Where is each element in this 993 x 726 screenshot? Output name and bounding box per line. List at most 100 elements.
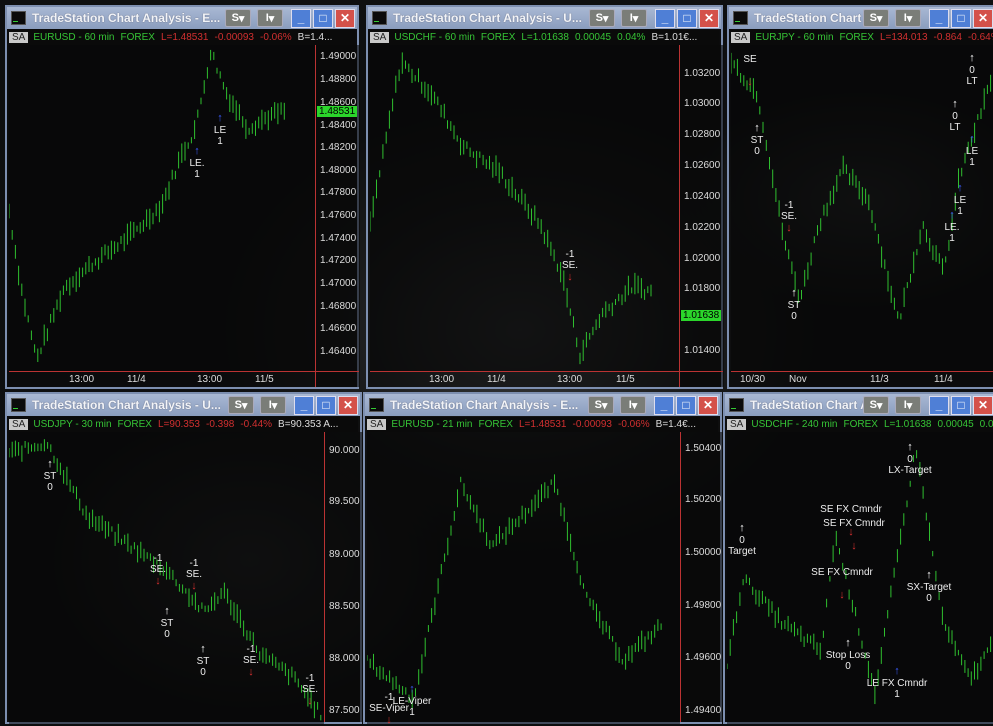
minimize-button[interactable]: _ <box>291 8 311 28</box>
price-plot[interactable] <box>727 432 993 724</box>
price-label: 1.48000 <box>320 165 357 176</box>
minimize-button[interactable]: _ <box>929 395 949 415</box>
price-bars <box>367 474 662 709</box>
price-label: 1.49400 <box>685 705 722 716</box>
price-label: 89.500 <box>329 496 360 507</box>
strategy-annotation: Stop Loss 0 <box>825 650 871 672</box>
price-axis[interactable]: 90.000 89.500 89.000 88.500 88.000 87.500 <box>324 432 363 722</box>
minimize-button[interactable]: _ <box>654 395 674 415</box>
symbol-info-bar: SA USDCHF - 60 min FOREX L=1.01638 0.00045 0.… <box>370 30 719 45</box>
strategy-menu-button[interactable]: S ▾ <box>589 9 615 27</box>
chart-window: TradeStation Chart Analysis - U... S ▾ I ▾… <box>5 392 363 724</box>
current-price-label: 1.48531 <box>317 106 358 117</box>
indicator-menu-button[interactable]: I ▾ <box>895 9 921 27</box>
strategy-annotation: -1 SE. <box>780 200 798 222</box>
price-label: 1.02400 <box>684 191 721 202</box>
sa-button[interactable]: SA <box>367 419 387 430</box>
maximize-button[interactable]: □ <box>316 395 336 415</box>
pct-value: -0.64% <box>967 32 993 43</box>
symbol-label: USDJPY - 30 min <box>33 419 112 430</box>
price-axis[interactable]: 1.03200 1.03000 1.02800 1.02600 1.02400 1.022… <box>679 45 724 387</box>
signal-arrow-icon: ↑ <box>739 522 745 534</box>
chart-app-icon <box>729 398 744 412</box>
window-title: TradeStation Chart Analysis - U... <box>393 11 582 25</box>
close-button[interactable]: ✕ <box>335 8 355 28</box>
time-label: 11/4 <box>934 374 953 385</box>
strategy-annotation: ST 0 <box>750 135 764 157</box>
exchange-label: FOREX <box>120 32 155 43</box>
strategy-label: S <box>234 399 242 411</box>
maximize-button[interactable]: □ <box>313 8 333 28</box>
strategy-annotation: LE 1 <box>965 146 979 168</box>
strategy-menu-button[interactable]: S ▾ <box>228 396 254 414</box>
change-value: -0.398 <box>205 419 235 430</box>
time-label: 13:00 <box>429 374 455 385</box>
strategy-annotation: SX-Target 0 <box>906 582 952 604</box>
sa-button[interactable]: SA <box>731 32 751 43</box>
indicator-menu-button[interactable]: I ▾ <box>260 396 286 414</box>
price-bars <box>9 49 285 363</box>
price-label: 1.02800 <box>684 129 721 140</box>
title-bar[interactable]: TradeStation Chart Analysis - U... S ▾ I ▾… <box>368 7 721 29</box>
signal-arrow-icon: ↑ <box>969 52 975 64</box>
change-value: -0.00093 <box>214 32 254 43</box>
close-button[interactable]: ✕ <box>699 8 719 28</box>
price-label: 1.50400 <box>685 443 722 454</box>
title-bar[interactable]: TradeStation Chart Analysis - E...S ▾I ▾… <box>729 7 993 29</box>
strategy-label: S <box>869 12 877 24</box>
indicator-label: I <box>628 399 632 411</box>
close-button[interactable]: ✕ <box>698 395 718 415</box>
price-label: 1.46600 <box>320 323 357 334</box>
title-bar[interactable]: TradeStation Chart Analysis - U... S ▾ I ▾… <box>7 394 360 416</box>
minimize-button[interactable]: _ <box>294 395 314 415</box>
price-axis[interactable]: 1.49000 1.48800 1.48600 1.48400 1.48200 1.480… <box>315 45 360 387</box>
indicator-menu-button[interactable]: I ▾ <box>895 396 921 414</box>
indicator-menu-button[interactable]: I ▾ <box>257 9 283 27</box>
sa-button[interactable]: SA <box>370 32 390 43</box>
price-label: 1.47000 <box>320 278 357 289</box>
chart-app-icon <box>11 11 26 25</box>
price-label: 1.02200 <box>684 222 721 233</box>
bid-value: B=1.4... <box>297 32 333 43</box>
title-bar[interactable]: TradeStation Chart Analysis ...S ▾ I ▾ _□✕ <box>725 394 993 416</box>
strategy-annotation: ST 0 <box>160 618 174 640</box>
strategy-menu-button[interactable]: S ▾ <box>863 9 889 27</box>
minimize-button[interactable]: _ <box>655 8 675 28</box>
maximize-button[interactable]: □ <box>951 395 971 415</box>
symbol-info-bar: SA USDCHF - 240 min FOREX L=1.01638 0.00045 0… <box>727 417 993 432</box>
sa-button[interactable]: SA <box>9 419 29 430</box>
strategy-menu-button[interactable]: S ▾ <box>225 9 251 27</box>
strategy-annotation: SE FX Cmndr <box>811 567 873 578</box>
title-bar[interactable]: TradeStation Chart Analysis - E...S ▾I ▾… <box>365 394 720 416</box>
price-axis[interactable]: 1.50400 1.50200 1.50000 1.49800 1.49600 1.494… <box>680 432 723 722</box>
sa-button[interactable]: SA <box>9 32 29 43</box>
strategy-menu-button[interactable]: S ▾ <box>863 396 889 414</box>
price-label: 1.49600 <box>685 652 722 663</box>
price-plot[interactable] <box>367 432 680 724</box>
close-button[interactable]: ✕ <box>338 395 358 415</box>
strategy-annotation: -1 SE. <box>301 673 319 695</box>
price-label: 1.46400 <box>320 346 357 357</box>
price-plot[interactable] <box>370 45 679 371</box>
strategy-menu-button[interactable]: S ▾ <box>588 396 614 414</box>
strategy-annotation: 0 LX-Target <box>888 454 932 476</box>
signal-arrow-icon: ↑ <box>194 145 200 157</box>
indicator-menu-button[interactable]: I ▾ <box>621 9 647 27</box>
close-button[interactable]: ✕ <box>973 8 993 28</box>
maximize-button[interactable]: □ <box>677 8 697 28</box>
strategy-annotation: 0 Target <box>728 535 756 557</box>
strategy-annotation: -1 SE. <box>242 644 260 666</box>
title-bar[interactable]: TradeStation Chart Analysis - E...S ▾I ▾… <box>7 7 357 29</box>
maximize-button[interactable]: □ <box>676 395 696 415</box>
signal-arrow-icon: ↑ <box>217 112 223 124</box>
signal-arrow-icon: ↓ <box>851 540 857 552</box>
symbol-label: EURUSD - 60 min <box>33 32 115 43</box>
maximize-button[interactable]: □ <box>951 8 971 28</box>
minimize-button[interactable]: _ <box>929 8 949 28</box>
indicator-menu-button[interactable]: I ▾ <box>620 396 646 414</box>
time-axis: 10/30 Nov 11/3 11/4 <box>731 371 993 388</box>
price-plot[interactable] <box>9 45 315 371</box>
current-price-label: 1.01638 <box>681 310 722 321</box>
sa-button[interactable]: SA <box>727 419 747 430</box>
close-button[interactable]: ✕ <box>973 395 993 415</box>
